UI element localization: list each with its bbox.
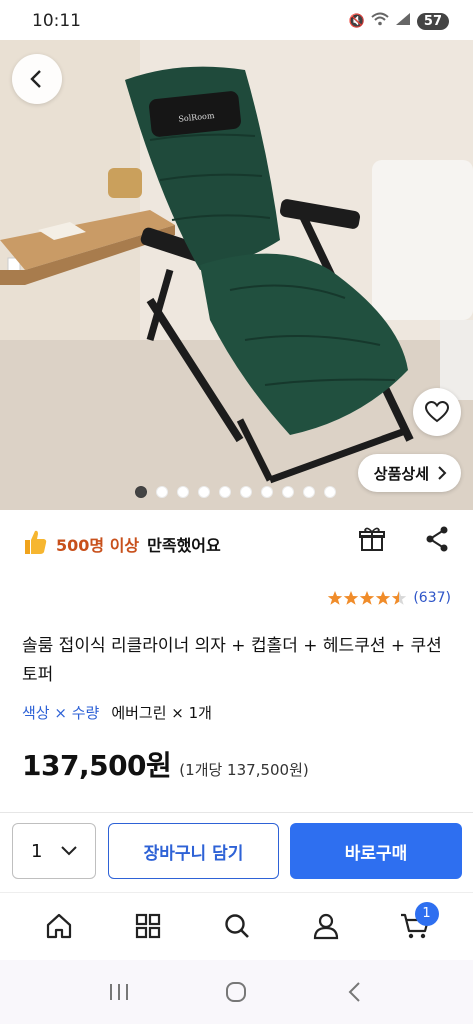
share-button[interactable] [425, 526, 449, 556]
unit-price: (1개당 137,500원) [179, 761, 309, 779]
share-icon [426, 526, 448, 552]
option-value: 에버그린 × 1개 [111, 704, 212, 722]
satisfaction-banner: 500명 이상 만족했어요 [22, 528, 221, 560]
star-icon [360, 591, 375, 605]
purchase-bar: 1 장바구니 담기 바로구매 [0, 812, 473, 890]
satisfaction-count: 500명 이상 [56, 536, 140, 555]
recent-apps-icon [109, 984, 128, 1000]
nav-home[interactable] [35, 902, 83, 950]
thumbs-up-icon [22, 528, 48, 560]
review-count: (637) [413, 590, 451, 606]
nav-search[interactable] [213, 902, 261, 950]
option-label: 색상 × 수량 [22, 704, 100, 722]
home-circle-icon [226, 982, 247, 1002]
product-actions [359, 526, 449, 556]
star-icon [328, 591, 343, 605]
carousel-dot[interactable] [177, 486, 189, 498]
bottom-nav: 1 [0, 892, 473, 958]
chevron-right-icon [438, 466, 447, 480]
star-rating [327, 590, 407, 606]
search-icon [224, 913, 249, 938]
heart-icon [425, 401, 449, 423]
nav-cart[interactable]: 1 [391, 901, 439, 950]
star-icon [344, 591, 359, 605]
chevron-down-icon [61, 846, 77, 856]
product-image-carousel[interactable]: SolRoom 상품상세 [0, 40, 473, 510]
user-icon [313, 913, 338, 939]
buy-now-button[interactable]: 바로구매 [290, 823, 462, 879]
home-system-button[interactable] [216, 972, 256, 1012]
star-icon [392, 591, 407, 605]
system-nav-bar [0, 960, 473, 1024]
wishlist-button[interactable] [413, 388, 461, 436]
home-icon [46, 913, 71, 938]
back-button[interactable] [12, 54, 62, 104]
recent-apps-button[interactable] [99, 972, 139, 1012]
nav-my-page[interactable] [302, 902, 350, 950]
product-detail-button[interactable]: 상품상세 [357, 454, 461, 492]
gift-button[interactable] [359, 526, 385, 556]
back-icon [30, 70, 41, 88]
quantity-value: 1 [31, 840, 43, 862]
price: 137,500원 [22, 749, 172, 782]
cart-count-badge: 1 [414, 901, 439, 926]
carousel-dot[interactable] [303, 486, 315, 498]
mute-icon: 🔇 [348, 13, 365, 29]
carousel-dot[interactable] [198, 486, 210, 498]
system-back-icon [348, 982, 360, 1002]
status-bar: 10:11 🔇 57 [0, 0, 473, 40]
product-detail-label: 상품상세 [373, 464, 429, 483]
carousel-dot[interactable] [156, 486, 168, 498]
signal-icon [395, 12, 411, 30]
carousel-dot[interactable] [324, 486, 336, 498]
gift-icon [359, 527, 385, 551]
star-icon [376, 591, 391, 605]
add-to-cart-button[interactable]: 장바구니 담기 [108, 823, 279, 879]
status-icons: 🔇 57 [349, 12, 449, 30]
rating-summary[interactable]: (637) [327, 590, 451, 606]
product-image: SolRoom [0, 40, 473, 510]
carousel-dot[interactable] [135, 486, 147, 498]
carousel-dot[interactable] [219, 486, 231, 498]
product-title: 솔룸 접이식 리클라이너 의자 + 컵홀더 + 헤드쿠션 + 쿠션토퍼 [22, 636, 442, 685]
price-row: 137,500원 (1개당 137,500원) [22, 744, 309, 784]
satisfaction-text: 만족했어요 [147, 536, 221, 555]
wifi-icon [371, 12, 389, 30]
quantity-select[interactable]: 1 [12, 823, 96, 879]
carousel-dot[interactable] [282, 486, 294, 498]
carousel-dot[interactable] [261, 486, 273, 498]
selected-option: 색상 × 수량 에버그린 × 1개 [22, 702, 212, 723]
carousel-indicator [135, 486, 336, 498]
nav-category[interactable] [124, 902, 172, 950]
system-back-button[interactable] [334, 972, 374, 1012]
status-time: 10:11 [32, 11, 81, 31]
battery-badge: 57 [416, 12, 449, 30]
category-icon [135, 913, 160, 938]
carousel-dot[interactable] [240, 486, 252, 498]
